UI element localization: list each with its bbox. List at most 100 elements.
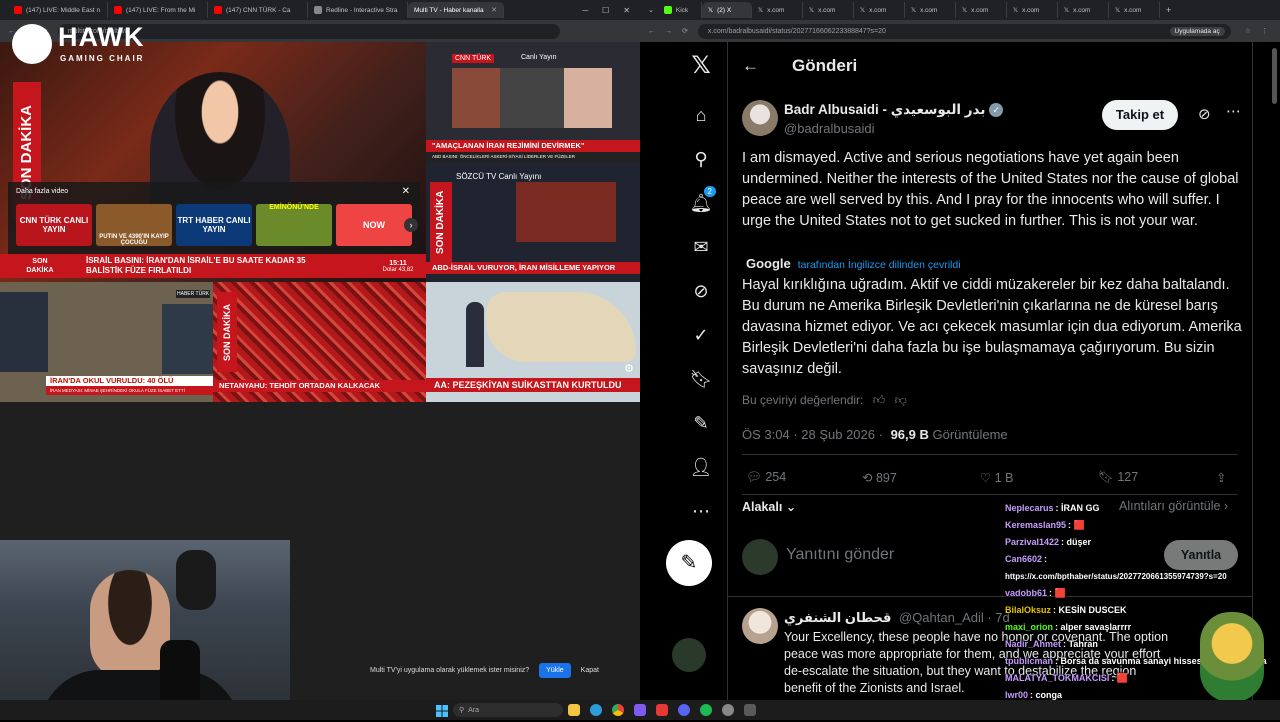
new-tab-icon[interactable]: + [1166,5,1171,15]
back-icon[interactable]: ← [648,28,655,35]
app-icon[interactable] [722,704,734,716]
settings-icon[interactable]: ⚙ [624,362,634,375]
tab-yt-1[interactable]: (147) LIVE: Middle East n [8,2,108,18]
author-name[interactable]: Badr Albusaidi - بدر البوسعيدي ✓ [784,102,1004,118]
reply-input[interactable]: Yanıtını gönder [786,546,894,564]
open-in-app-chip[interactable]: Uygulamada aç [1169,26,1225,36]
chat-user: Nadir_Ahmet [1005,639,1062,649]
grok-icon[interactable]: ⊘ [690,280,712,302]
tile-headline: NETANYAHU: TEHDİT ORTADAN KALKACAK [213,380,426,392]
video-tile-crowd[interactable]: SON DAKİKA NETANYAHU: TEHDİT ORTADAN KAL… [213,282,426,402]
grok-icon[interactable]: ⊘ [1198,105,1211,123]
thumbs-up-icon[interactable]: 👍︎ [873,393,886,407]
thumbs-down-icon[interactable]: 👎︎ [895,393,907,407]
heart-icon: ♡ [980,471,992,485]
video-tile-haberturk[interactable]: HABER TÜRK İRAN'DA OKUL VURULDU: 40 ÖLÜ … [0,282,213,402]
chat-user: Keremaslan95 [1005,520,1067,530]
tab-x[interactable]: 𝕏x.com [1058,2,1109,18]
notifications-icon[interactable]: 🔔︎ 2 [690,186,716,214]
translation-note-text[interactable]: tarafından İngilizce dilinden çevrildi [798,259,961,271]
share-icon[interactable]: ⇪ [1216,470,1226,485]
more-icon[interactable]: ⋯ [690,500,712,522]
tab-yt-2[interactable]: (147) LIVE: From the Mi [108,2,208,18]
reply-author: قحطان الشنفري @Qahtan_Adil · 7d [784,610,1010,626]
install-button[interactable]: Yükle [539,662,571,678]
extensions-icon[interactable]: ⋮ [1261,27,1268,35]
author-avatar[interactable] [742,100,778,136]
reload-icon[interactable]: ⟳ [682,27,688,35]
bookmarks-icon[interactable]: 🔖︎ [690,368,713,390]
video-tile-cnnturk[interactable]: CNN TÜRK Canlı Yayın "AMAÇLANAN İRAN REJ… [426,42,640,162]
right-tab-strip: ⌄ Kick 𝕏 (2) X 𝕏x.com 𝕏x.com 𝕏x.com 𝕏x.co… [640,0,1280,20]
minimize-icon[interactable]: ─ [582,6,588,15]
x-logo-icon[interactable]: 𝕏 [690,52,712,79]
app-icon[interactable] [656,704,668,716]
x-logo-icon: 𝕏 [1012,7,1019,14]
reply-author-name[interactable]: قحطان الشنفري [784,610,891,625]
messages-icon[interactable]: ✉ [690,236,712,258]
maximize-icon[interactable]: ☐ [602,6,609,15]
tab-x[interactable]: 𝕏x.com [905,2,956,18]
tab-kick[interactable]: Kick [658,2,702,18]
redline-icon [314,6,322,14]
related-dropdown[interactable]: Alakalı ⌄ [742,499,796,514]
back-arrow-icon[interactable]: ← [742,56,759,76]
dismiss-button[interactable]: Kapat [581,667,599,674]
reply-author-handle[interactable]: @Qahtan_Adil · 7d [899,610,1010,625]
follow-button[interactable]: Takip et [1102,100,1178,130]
repost-action[interactable]: ⟲ 897 [862,470,897,485]
search-icon[interactable]: ⚲ [690,148,712,170]
tab-x[interactable]: 𝕏x.com [752,2,803,18]
tab-x-active[interactable]: 𝕏 (2) X [701,2,752,18]
tab-x[interactable]: 𝕏x.com [1007,2,1058,18]
video-tile-sozcu[interactable]: SON DAKİKA SÖZCÜ TV Canlı Yayını ABD-İSR… [426,162,640,282]
compose-post-button[interactable]: ✎ [666,540,712,586]
main-video-tile[interactable]: SON DAKİKA Daha fazla video ✕ CNN TÜRK C… [0,42,426,282]
app-icon[interactable] [744,704,756,716]
video-thumb[interactable]: NOW [336,204,412,246]
video-tile-aa[interactable]: ⚙ AA: PEZEŞKİYAN SUİKASTTAN KURTULDU [426,282,640,402]
tab-x[interactable]: 𝕏x.com [803,2,854,18]
chrome-icon[interactable] [612,704,624,716]
edge-icon[interactable] [590,704,602,716]
author-handle[interactable]: @badralbusaidi [784,121,875,136]
video-thumb[interactable]: PUTIN VE 4390'IN KAYIP ÇOCUĞU [96,204,172,246]
discord-icon[interactable] [678,704,690,716]
close-icon[interactable]: ✕ [491,6,497,14]
file-explorer-icon[interactable] [568,704,580,716]
hawk-tagline: GAMING CHAIR [60,54,145,63]
home-icon[interactable]: ⌂ [690,104,712,126]
tab-x[interactable]: 𝕏x.com [854,2,905,18]
video-thumb[interactable]: EMİNÖNÜ'NDE [256,204,332,246]
forward-icon[interactable]: → [665,28,672,35]
close-window-icon[interactable]: ✕ [623,6,630,15]
post-timestamp[interactable]: ÖS 3:04 · 28 Şub 2026 · [742,427,883,442]
tab-redline[interactable]: Redline - Interactive Stra [308,2,408,18]
scrollbar-thumb[interactable] [1272,48,1277,104]
start-icon[interactable] [436,704,448,717]
bookmark-action[interactable]: 🔖︎ 127 [1098,470,1138,485]
chat-user: MALATYA_TOKMAKCISI [1005,673,1110,683]
video-thumb[interactable]: CNN TÜRK CANLI YAYIN [16,204,92,246]
taskbar-search[interactable]: ⚲ Ara [453,703,563,717]
more-options-icon[interactable]: ⋯ [1226,102,1241,120]
tab-multitv[interactable]: Multi TV - Haber kanalla ✕ [408,2,504,18]
tab-search-icon[interactable]: ⌄ [648,6,654,14]
store-icon[interactable] [634,704,646,716]
tab-x[interactable]: 𝕏x.com [956,2,1007,18]
profile-icon[interactable]: 👤︎ [690,456,713,478]
spotify-icon[interactable] [700,704,712,716]
star-icon[interactable]: ☆ [1245,27,1251,35]
reply-author-avatar[interactable] [742,608,778,644]
tab-x[interactable]: 𝕏x.com [1109,2,1160,18]
url-field[interactable]: x.com/badralbusaidi/status/2027716606223… [697,23,1231,39]
reply-action[interactable]: 💬︎ 254 [746,470,786,485]
account-avatar[interactable] [672,638,706,672]
premium-icon[interactable]: ✓ [690,324,712,346]
video-thumb[interactable]: TRT HABER CANLI YAYIN [176,204,252,246]
close-icon[interactable]: ✕ [402,186,410,197]
chevron-right-icon[interactable]: › [404,218,418,232]
articles-icon[interactable]: ✎ [690,412,712,434]
tab-yt-3[interactable]: (147) CNN TÜRK - Ca [208,2,308,18]
like-action[interactable]: ♡ 1 B [980,470,1013,485]
